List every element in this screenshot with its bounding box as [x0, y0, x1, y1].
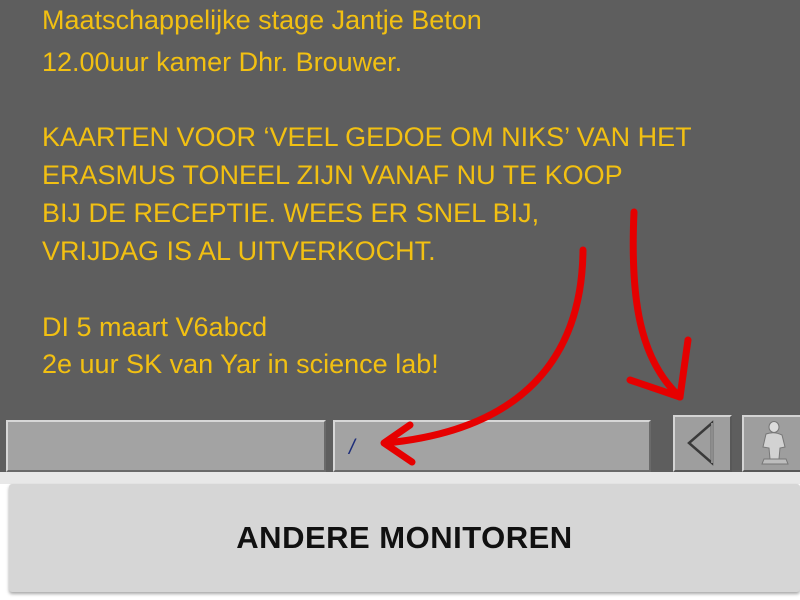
- statue-icon: [761, 421, 789, 465]
- announcement-line: Maatschappelijke stage Jantje Beton: [42, 5, 482, 35]
- announcement-line: KAARTEN VOOR ‘VEEL GEDOE OM NIKS’ VAN HE…: [42, 122, 692, 152]
- announcement-line: BIJ DE RECEPTIE. WEES ER SNEL BIJ,: [42, 198, 540, 228]
- announcement-board: Maatschappelijke stage Jantje Beton 12.0…: [0, 0, 800, 407]
- announcement-line: 2e uur SK van Yar in science lab!: [42, 349, 439, 379]
- other-monitors-label: ANDERE MONITOREN: [236, 520, 573, 555]
- triangle-left-icon: [687, 420, 714, 466]
- page-input-field[interactable]: /: [333, 420, 651, 472]
- separator-strip: [0, 472, 800, 484]
- previous-button[interactable]: [673, 415, 732, 472]
- page-input-value: /: [349, 436, 355, 459]
- announcement-line: DI 5 maart V6abcd: [42, 312, 268, 342]
- other-monitors-button[interactable]: ANDERE MONITOREN: [9, 484, 800, 592]
- next-button[interactable]: [742, 415, 800, 472]
- announcement-line: VRIJDAG IS AL UITVERKOCHT.: [42, 236, 436, 266]
- left-input-field[interactable]: [6, 420, 326, 472]
- announcement-line: 12.00uur kamer Dhr. Brouwer.: [42, 47, 403, 77]
- announcement-line: ERASMUS TONEEL ZIJN VANAF NU TE KOOP: [42, 160, 623, 190]
- control-bar: /: [0, 407, 800, 482]
